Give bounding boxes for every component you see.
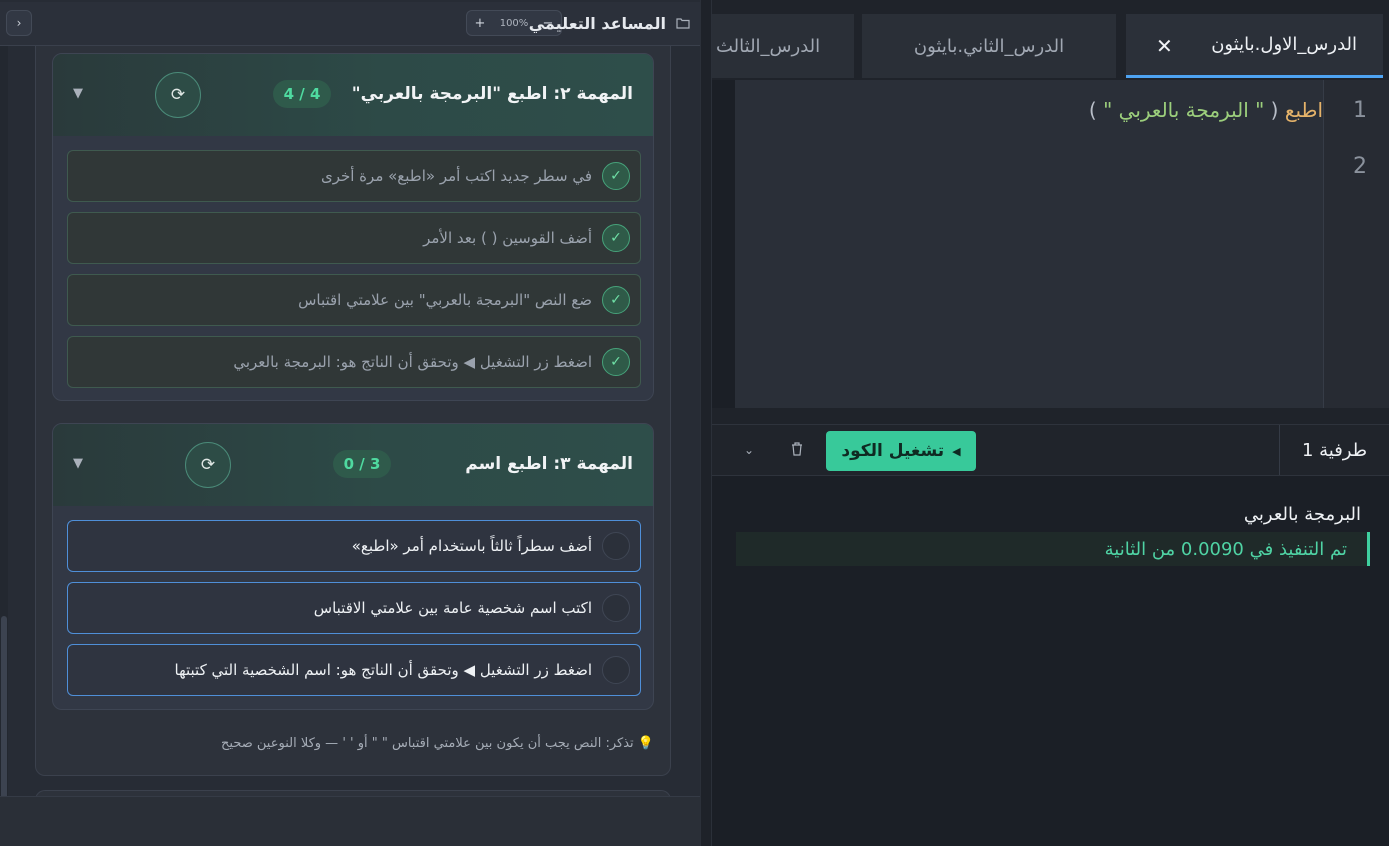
folder-icon xyxy=(676,18,690,29)
tab-lesson-3[interactable]: الدرس_الثالث xyxy=(712,14,854,78)
run-button-label: تشغيل الكود xyxy=(841,441,945,461)
task-title: المهمة ٣: اطبع اسم xyxy=(465,454,633,474)
collapse-task-toggle[interactable]: ▼ xyxy=(73,86,83,101)
reset-task-button[interactable]: ⟳ xyxy=(155,72,201,118)
assistant-header: › + 100% − المساعد التعليمي xyxy=(0,2,700,46)
assistant-panel: › + 100% − المساعد التعليمي المهمة ٢: اط… xyxy=(0,0,700,846)
task-header[interactable]: المهمة ٢: اطبع "البرمجة بالعربي" 4 / 4 ⟳… xyxy=(53,54,653,136)
reset-icon: ⟳ xyxy=(200,455,216,475)
close-icon[interactable]: ✕ xyxy=(1156,34,1173,58)
check-icon: ✓ xyxy=(602,348,630,376)
task-step[interactable]: ✓ اضغط زر التشغيل ◀ وتحقق أن الناتج هو: ا… xyxy=(67,336,641,388)
task-step[interactable]: ✓ أضف القوسين ( ) بعد الأمر xyxy=(67,212,641,264)
editor-terminal-splitter[interactable] xyxy=(712,408,1389,424)
task-card-3: المهمة ٣: اطبع اسم 0 / 3 ⟳ ▼ أضف سطراً ث… xyxy=(52,423,654,710)
terminal-tab[interactable]: طرفية 1 xyxy=(1279,425,1389,475)
collapse-task-toggle[interactable]: ▼ xyxy=(73,456,83,471)
step-text: أضف القوسين ( ) بعد الأمر xyxy=(423,229,592,247)
line-gutter: 1 2 xyxy=(1323,80,1389,408)
task-progress-badge: 4 / 4 xyxy=(273,80,331,108)
code-editor[interactable]: 1 2 اطبع ( " البرمجة بالعربي " ) xyxy=(735,80,1389,408)
task-card-2: المهمة ٢: اطبع "البرمجة بالعربي" 4 / 4 ⟳… xyxy=(52,53,654,401)
run-button[interactable]: ◀ تشغيل الكود xyxy=(826,431,976,471)
step-text: اضغط زر التشغيل ◀ وتحقق أن الناتج هو: ال… xyxy=(233,353,592,371)
code-line[interactable]: اطبع ( " البرمجة بالعربي " ) xyxy=(1089,98,1323,122)
task-header[interactable]: المهمة ٣: اطبع اسم 0 / 3 ⟳ ▼ xyxy=(53,424,653,506)
chevron-right-icon: › xyxy=(16,16,22,30)
chevron-down-icon[interactable]: ⌄ xyxy=(744,443,754,457)
task-step[interactable]: أضف سطراً ثالثاً باستخدام أمر «اطبع» xyxy=(67,520,641,572)
terminal-output-area: البرمجة بالعربي تم التنفيذ في 0.0090 من … xyxy=(712,476,1389,846)
step-text: أضف سطراً ثالثاً باستخدام أمر «اطبع» xyxy=(351,537,592,555)
check-icon: ✓ xyxy=(602,286,630,314)
task-step[interactable]: ✓ ضع النص "البرمجة بالعربي" بين علامتي اق… xyxy=(67,274,641,326)
step-text: في سطر جديد اكتب أمر «اطبع» مرة أخرى xyxy=(320,167,592,185)
scrollbar-thumb[interactable] xyxy=(1,616,7,812)
collapse-panel-button[interactable]: › xyxy=(6,10,32,36)
panel-footer xyxy=(0,796,700,846)
step-text: اكتب اسم شخصية عامة بين علامتي الاقتباس xyxy=(313,599,592,617)
code-paren: ( xyxy=(1270,98,1279,122)
task-step[interactable]: ✓ في سطر جديد اكتب أمر «اطبع» مرة أخرى xyxy=(67,150,641,202)
assistant-title: المساعد التعليمي xyxy=(528,14,666,33)
check-icon: ✓ xyxy=(602,224,630,252)
code-keyword: اطبع xyxy=(1284,98,1323,122)
reset-icon: ⟳ xyxy=(170,85,186,105)
tab-label: الدرس_الثالث xyxy=(716,35,821,57)
task-progress-badge: 0 / 3 xyxy=(333,450,391,478)
line-number: 1 xyxy=(1353,98,1367,123)
terminal-output-line: البرمجة بالعربي xyxy=(1243,504,1361,525)
play-icon: ◀ xyxy=(952,444,961,458)
tab-lesson-1[interactable]: ✕ الدرس_الاول.بايثون xyxy=(1126,14,1383,78)
trash-icon[interactable] xyxy=(790,441,804,457)
task-step[interactable]: اكتب اسم شخصية عامة بين علامتي الاقتباس xyxy=(67,582,641,634)
tip-text: 💡 تذكر: النص يجب أن يكون بين علامتي اقتب… xyxy=(221,736,654,751)
empty-circle-icon xyxy=(602,656,630,684)
line-number: 2 xyxy=(1353,154,1367,179)
empty-circle-icon xyxy=(602,532,630,560)
execution-status-text: تم التنفيذ في 0.0090 من الثانية xyxy=(1104,538,1347,560)
terminal-toolbar: طرفية 1 ◀ تشغيل الكود ⌄ xyxy=(712,424,1389,476)
task-step[interactable]: اضغط زر التشغيل ◀ وتحقق أن الناتج هو: اس… xyxy=(67,644,641,696)
step-text: اضغط زر التشغيل ◀ وتحقق أن الناتج هو: اس… xyxy=(174,661,592,679)
tab-label: الدرس_الاول.بايثون xyxy=(1211,34,1357,55)
code-string: " البرمجة بالعربي " xyxy=(1103,98,1265,122)
check-icon: ✓ xyxy=(602,162,630,190)
editor-tabbar: ✕ الدرس_الاول.بايثون الدرس_الثاني.بايثون… xyxy=(712,0,1389,80)
code-paren: ) xyxy=(1088,98,1097,122)
step-text: ضع النص "البرمجة بالعربي" بين علامتي اقت… xyxy=(298,291,592,309)
task-title: المهمة ٢: اطبع "البرمجة بالعربي" xyxy=(351,84,633,104)
tab-label: الدرس_الثاني.بايثون xyxy=(913,35,1065,57)
panel-resize-handle[interactable] xyxy=(700,0,712,846)
panel-scrollbar[interactable] xyxy=(0,46,8,812)
zoom-in-button[interactable]: + xyxy=(467,16,493,31)
reset-task-button[interactable]: ⟳ xyxy=(185,442,231,488)
empty-circle-icon xyxy=(602,594,630,622)
execution-status: تم التنفيذ في 0.0090 من الثانية xyxy=(736,532,1370,566)
tab-lesson-2[interactable]: الدرس_الثاني.بايثون xyxy=(862,14,1116,78)
